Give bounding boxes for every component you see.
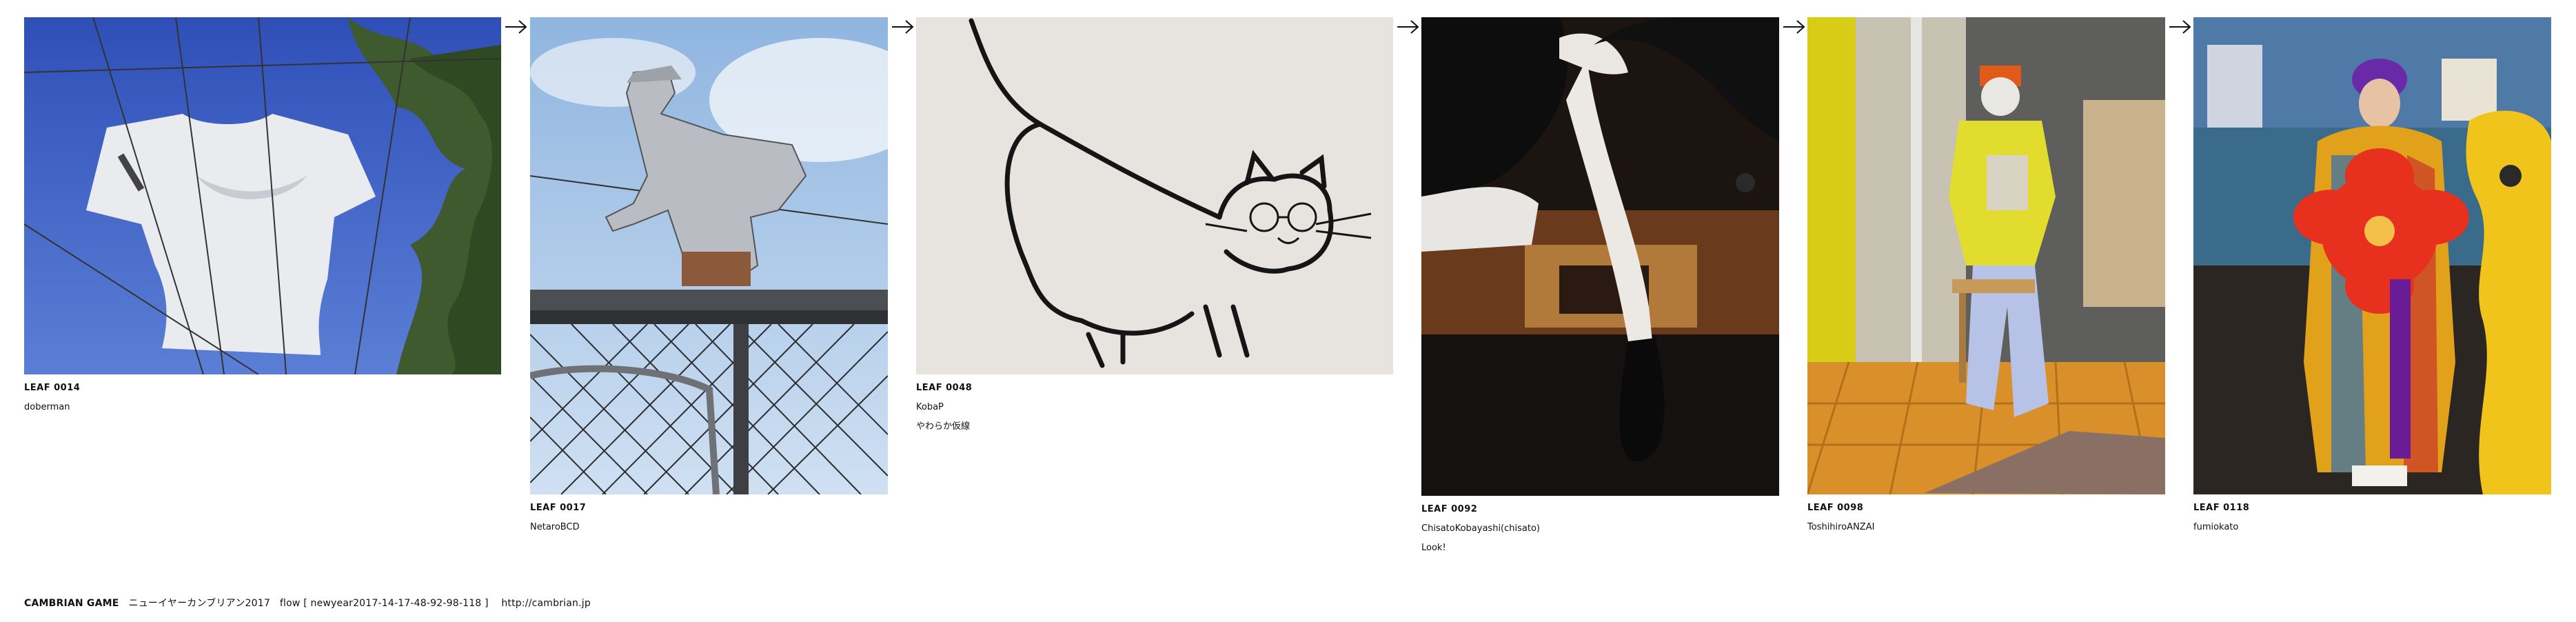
flow-footer: CAMBRIAN GAME ニューイヤーカンブリアン2017 flow [ ne… <box>24 596 591 610</box>
leaf-note[interactable]: やわらか仮線 <box>916 417 972 437</box>
leaf-author[interactable]: NetaroBCD <box>530 518 586 537</box>
leaf-photo[interactable] <box>24 17 501 374</box>
right-arrow-icon <box>1783 19 1806 34</box>
leaf-id[interactable]: LEAF 0092 <box>1421 500 1540 519</box>
right-arrow-icon <box>1397 19 1420 34</box>
footer-title[interactable]: CAMBRIAN GAME <box>24 598 119 609</box>
leaf-caption: LEAF 0017 NetaroBCD <box>530 499 586 537</box>
leaf-note[interactable]: Look! <box>1421 539 1540 558</box>
leaf-photo[interactable] <box>2193 17 2551 494</box>
photo-tshirt-on-wires <box>24 17 501 374</box>
leaf-id[interactable]: LEAF 0014 <box>24 379 80 398</box>
photo-mannequin-shop-entrance <box>1807 17 2165 494</box>
leaf-author[interactable]: ChisatoKobayashi(chisato) <box>1421 519 1540 539</box>
leaf-author[interactable]: fumiokato <box>2193 518 2249 537</box>
leaf-photo[interactable] <box>916 17 1393 374</box>
photo-man-cutout-on-fence <box>530 17 888 494</box>
leaf-caption: LEAF 0014 doberman <box>24 379 80 417</box>
photo-mannequin-boot <box>1421 17 1779 496</box>
leaf-id[interactable]: LEAF 0118 <box>2193 499 2249 518</box>
footer-link[interactable]: http://cambrian.jp <box>501 598 591 609</box>
footer-subtitle[interactable]: ニューイヤーカンブリアン2017 <box>129 598 270 609</box>
leaf-photo[interactable] <box>530 17 888 494</box>
leaf-caption: LEAF 0048 KobaP やわらか仮線 <box>916 379 972 437</box>
leaf-author[interactable]: doberman <box>24 398 80 417</box>
right-arrow-icon <box>891 19 915 34</box>
leaf-caption: LEAF 0118 fumiokato <box>2193 499 2249 537</box>
leaf-author[interactable]: KobaP <box>916 398 972 417</box>
right-arrow-icon <box>505 19 528 34</box>
leaf-caption: LEAF 0092 ChisatoKobayashi(chisato) Look… <box>1421 500 1540 558</box>
photo-cat-drawing <box>916 17 1393 374</box>
photo-kimono-woman-shisa <box>2193 17 2551 494</box>
leaf-photo[interactable] <box>1421 17 1779 496</box>
cambrian-flow-strip: LEAF 0014 doberman LEAF 0017 NetaroBCD L… <box>0 0 2576 622</box>
leaf-id[interactable]: LEAF 0048 <box>916 379 972 398</box>
right-arrow-icon <box>2169 19 2192 34</box>
leaf-id[interactable]: LEAF 0098 <box>1807 499 1874 518</box>
footer-flow: flow [ newyear2017-14-17-48-92-98-118 ] <box>279 598 489 609</box>
leaf-id[interactable]: LEAF 0017 <box>530 499 586 518</box>
leaf-photo[interactable] <box>1807 17 2165 494</box>
leaf-caption: LEAF 0098 ToshihiroANZAI <box>1807 499 1874 537</box>
leaf-author[interactable]: ToshihiroANZAI <box>1807 518 1874 537</box>
